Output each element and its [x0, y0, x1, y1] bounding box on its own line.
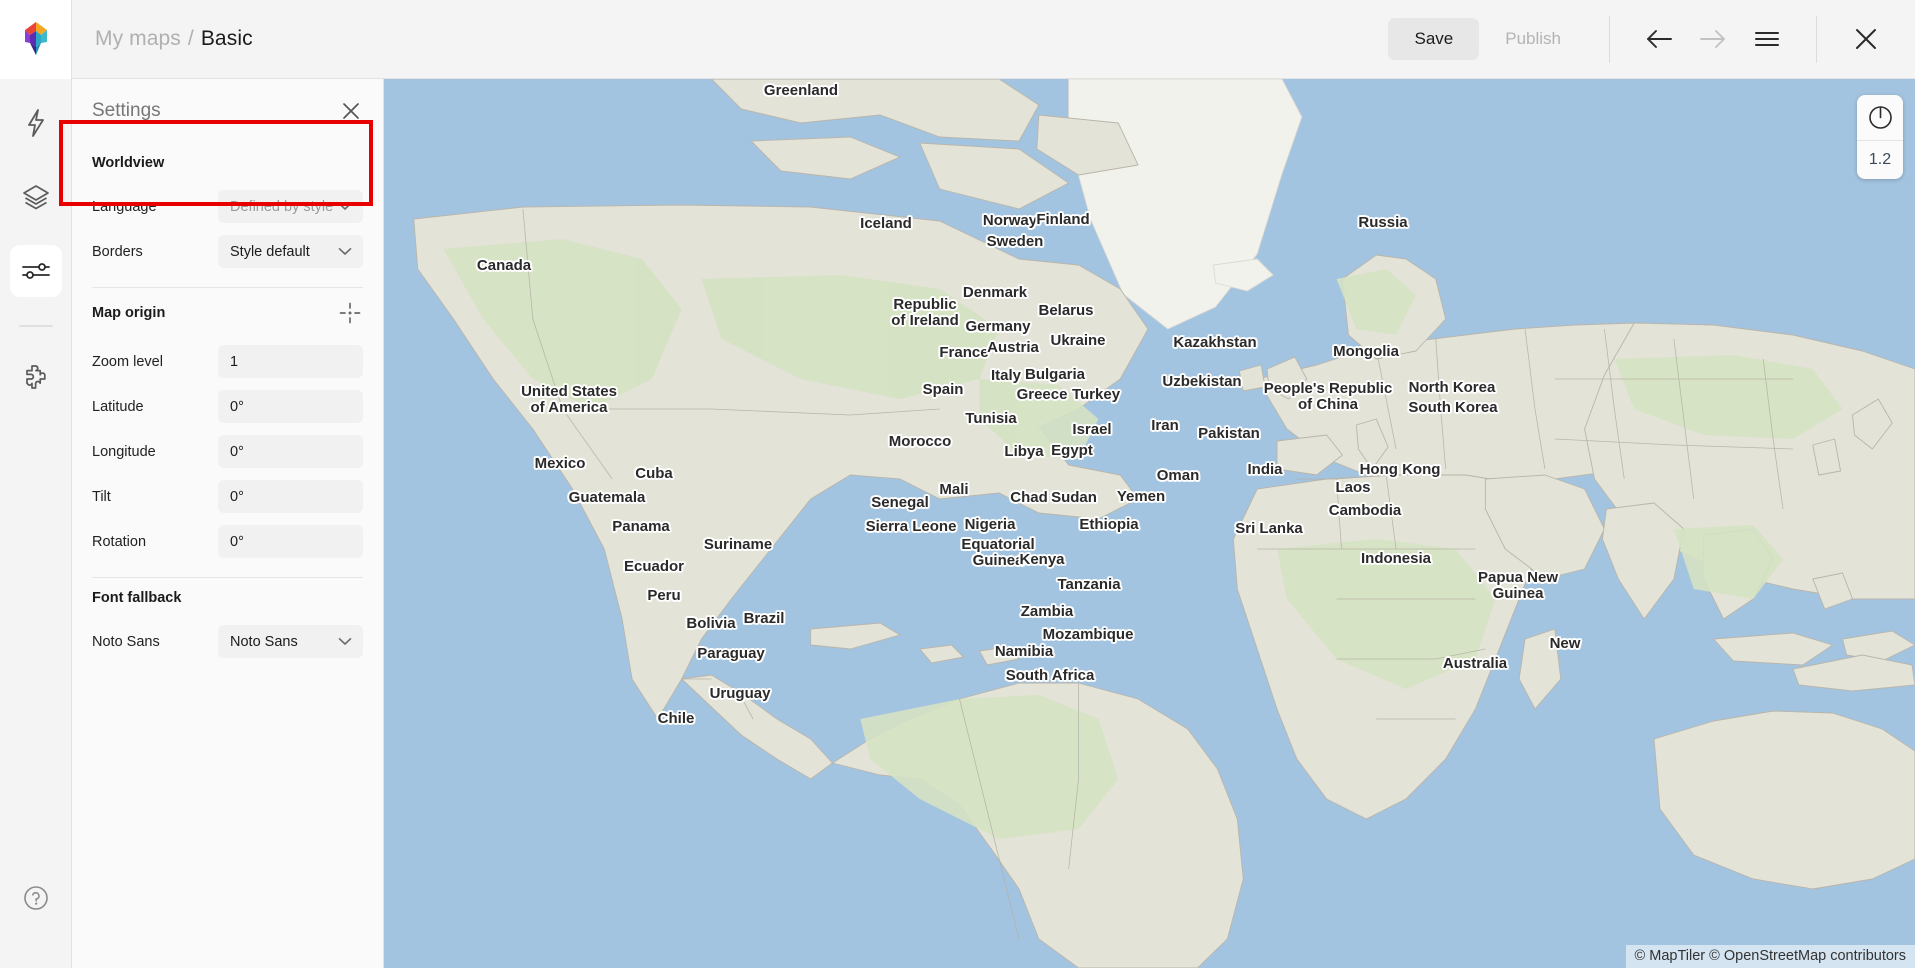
map-origin-section: Map origin Zoom level 1 — [72, 300, 383, 561]
close-editor-button[interactable] — [1839, 12, 1893, 66]
field-label-tilt: Tilt — [92, 489, 218, 505]
borders-select-value: Style default — [230, 244, 310, 260]
forward-button[interactable] — [1686, 12, 1740, 66]
map-origin-header: Map origin — [92, 300, 363, 326]
world-map-graphic — [384, 79, 1915, 968]
map-origin-pick-button[interactable] — [337, 300, 363, 326]
puzzle-icon — [21, 362, 51, 392]
compass-clock-icon — [1868, 105, 1893, 130]
crosshair-target-icon — [339, 302, 361, 324]
map-canvas[interactable]: GreenlandCanadaIcelandNorwayFinlandSwede… — [384, 79, 1915, 968]
field-label-borders: Borders — [92, 244, 218, 260]
field-label-language: Language — [92, 199, 218, 215]
rotation-input[interactable]: 0° — [218, 525, 363, 558]
panel-divider-1 — [92, 287, 363, 288]
layers-icon — [21, 183, 51, 211]
field-label-zoom-level: Zoom level — [92, 354, 218, 370]
sliders-icon — [20, 258, 52, 284]
longitude-input[interactable]: 0° — [218, 435, 363, 468]
rotation-value: 0° — [230, 534, 244, 550]
breadcrumb-parent[interactable]: My maps — [95, 27, 181, 51]
latitude-value: 0° — [230, 399, 244, 415]
noto-sans-select-value: Noto Sans — [230, 634, 298, 650]
map-attribution[interactable]: © MapTiler © OpenStreetMap contributors — [1626, 945, 1915, 968]
field-latitude: Latitude 0° — [92, 387, 363, 426]
compass-button[interactable] — [1857, 95, 1903, 141]
toolbar-divider-2 — [1816, 16, 1817, 63]
help-circle-icon — [21, 883, 51, 913]
close-icon — [1853, 26, 1879, 52]
lightning-icon — [23, 108, 49, 138]
arrow-right-icon — [1699, 28, 1727, 50]
top-bar: My maps / Basic Save Publish — [0, 0, 1915, 79]
field-zoom-level: Zoom level 1 — [92, 342, 363, 381]
field-label-latitude: Latitude — [92, 399, 218, 415]
left-rail — [0, 79, 72, 968]
toolbar-divider-1 — [1609, 16, 1610, 63]
tilt-value: 0° — [230, 489, 244, 505]
worldview-section: Worldview Language Defined by style Bord… — [72, 155, 383, 271]
field-label-noto-sans: Noto Sans — [92, 634, 218, 650]
rail-item-layers[interactable] — [10, 171, 62, 223]
menu-button[interactable] — [1740, 12, 1794, 66]
app-root: My maps / Basic Save Publish — [0, 0, 1915, 968]
rail-item-help[interactable] — [10, 872, 62, 924]
map-compass-zoom-widget: 1.2 — [1857, 95, 1903, 179]
field-tilt: Tilt 0° — [92, 477, 363, 516]
rail-item-quick-actions[interactable] — [10, 97, 62, 149]
field-label-longitude: Longitude — [92, 444, 218, 460]
settings-panel: Settings Worldview Language Defined by s… — [72, 79, 384, 968]
hamburger-menu-icon — [1754, 30, 1780, 48]
chevron-down-icon — [338, 637, 352, 646]
back-button[interactable] — [1632, 12, 1686, 66]
zoom-level-value: 1 — [230, 354, 238, 370]
field-noto-sans: Noto Sans Noto Sans — [92, 622, 363, 661]
breadcrumb-current: Basic — [201, 27, 253, 51]
field-borders: Borders Style default — [92, 232, 363, 271]
chevron-down-icon — [338, 202, 352, 211]
field-rotation: Rotation 0° — [92, 522, 363, 561]
arrow-left-icon — [1645, 28, 1673, 50]
field-language: Language Defined by style — [92, 187, 363, 226]
close-icon — [341, 101, 361, 121]
top-actions: Save Publish — [1388, 0, 1915, 78]
settings-panel-close-button[interactable] — [337, 97, 365, 125]
chevron-down-icon — [338, 247, 352, 256]
app-logo[interactable] — [0, 0, 72, 79]
borders-select[interactable]: Style default — [218, 235, 363, 268]
maptiler-logo-icon — [19, 21, 53, 57]
noto-sans-select[interactable]: Noto Sans — [218, 625, 363, 658]
body: Settings Worldview Language Defined by s… — [0, 79, 1915, 968]
map-origin-heading: Map origin — [92, 305, 165, 321]
tilt-input[interactable]: 0° — [218, 480, 363, 513]
language-select-value: Defined by style — [230, 199, 333, 215]
rail-divider — [19, 325, 53, 327]
language-select[interactable]: Defined by style — [218, 190, 363, 223]
rail-item-plugins[interactable] — [10, 351, 62, 403]
publish-button[interactable]: Publish — [1479, 18, 1587, 60]
breadcrumb: My maps / Basic — [72, 27, 1388, 51]
panel-divider-2 — [92, 577, 363, 578]
breadcrumb-separator: / — [188, 27, 194, 51]
latitude-input[interactable]: 0° — [218, 390, 363, 423]
font-fallback-heading: Font fallback — [92, 590, 363, 606]
zoom-level-indicator[interactable]: 1.2 — [1857, 141, 1903, 179]
worldview-heading: Worldview — [92, 155, 363, 171]
settings-panel-title: Settings — [92, 100, 161, 122]
field-longitude: Longitude 0° — [92, 432, 363, 471]
rail-item-settings[interactable] — [10, 245, 62, 297]
settings-panel-header: Settings — [72, 79, 383, 143]
save-button[interactable]: Save — [1388, 18, 1479, 60]
field-label-rotation: Rotation — [92, 534, 218, 550]
longitude-value: 0° — [230, 444, 244, 460]
font-fallback-section: Font fallback Noto Sans Noto Sans — [72, 590, 383, 661]
zoom-level-input[interactable]: 1 — [218, 345, 363, 378]
